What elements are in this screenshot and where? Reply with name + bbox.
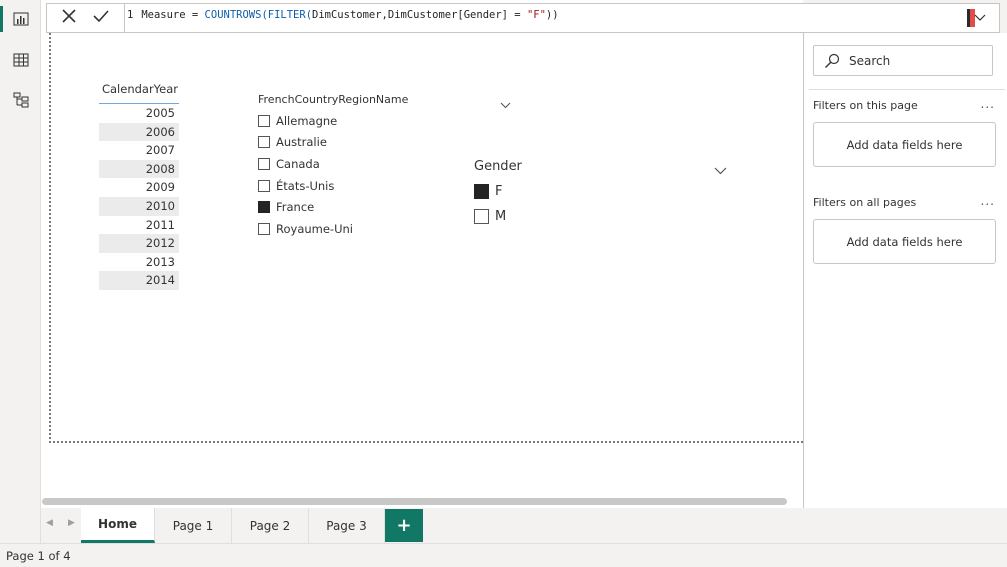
formula-args: DimCustomer,DimCustomer[Gender] = — [312, 9, 527, 21]
formula-line-number: 1 — [127, 9, 134, 21]
gender-label: M — [495, 209, 507, 224]
table-icon — [13, 53, 29, 67]
gender-slicer-title: Gender — [474, 159, 522, 174]
formula-text[interactable]: 1 Measure = COUNTROWS(FILTER(DimCustomer,… — [127, 9, 559, 21]
country-checkbox[interactable] — [258, 136, 270, 149]
filters-on-this-page-title: Filters on this page — [813, 99, 918, 112]
year-list-item[interactable]: 2012 — [99, 234, 179, 253]
country-label: Allemagne — [276, 113, 338, 128]
chevron-down-icon — [974, 14, 986, 21]
tab-page-3[interactable]: Page 3 — [309, 508, 385, 543]
country-slicer-dropdown[interactable] — [500, 94, 511, 113]
filters-divider — [809, 89, 1005, 90]
year-list-item[interactable]: 2005 — [99, 104, 179, 123]
country-label: France — [276, 200, 315, 215]
commit-formula-button[interactable] — [92, 8, 110, 28]
country-label: États-Unis — [276, 178, 335, 193]
country-label: Canada — [276, 156, 320, 171]
formula-actions — [47, 4, 125, 32]
country-checkbox[interactable] — [258, 201, 270, 214]
formula-bar[interactable]: 1 Measure = COUNTROWS(FILTER(DimCustomer,… — [46, 3, 1000, 33]
tab-page-2[interactable]: Page 2 — [232, 508, 309, 543]
cancel-formula-button[interactable] — [61, 8, 77, 28]
page-filters-more-button[interactable]: ... — [981, 97, 995, 111]
page-filters-drop-zone[interactable]: Add data fields here — [813, 122, 996, 167]
chevron-down-icon — [500, 102, 511, 109]
next-page-button[interactable]: ▶ — [68, 518, 75, 528]
model-view-button[interactable] — [8, 87, 34, 113]
country-checkbox[interactable] — [258, 157, 270, 170]
year-list: 2005 2006 2007 2008 2009 2010 2011 2012 2013 2014 — [99, 104, 179, 290]
gender-list-item[interactable]: F — [474, 179, 730, 204]
year-list-item[interactable]: 2006 — [99, 122, 179, 142]
page-count-status: Page 1 of 4 — [6, 549, 71, 563]
checkmark-icon — [93, 10, 109, 23]
country-list-item[interactable]: Australie — [258, 132, 518, 154]
year-slicer-header: CalendarYear — [99, 82, 179, 104]
all-pages-filters-more-button[interactable]: ... — [981, 194, 995, 208]
formula-prefix: Measure = — [141, 9, 205, 21]
canvas-horizontal-scrollbar[interactable] — [42, 498, 787, 505]
year-list-item[interactable]: 2014 — [99, 271, 179, 290]
previous-page-button[interactable]: ◀ — [46, 518, 53, 528]
page-tabs-bar: ◀ ▶ Home Page 1 Page 2 Page 3 + — [41, 508, 803, 543]
add-page-button[interactable]: + — [385, 509, 423, 542]
expand-formula-button[interactable] — [965, 7, 995, 29]
bar-chart-icon — [13, 12, 29, 26]
country-checkbox[interactable] — [258, 114, 270, 127]
chevron-down-icon — [714, 167, 727, 175]
close-icon — [62, 9, 76, 23]
filters-search-input[interactable]: Search — [813, 45, 993, 76]
gender-checkbox[interactable] — [474, 184, 489, 199]
country-checkbox[interactable] — [258, 222, 270, 235]
year-list-item[interactable]: 2008 — [99, 159, 179, 179]
gender-list-item[interactable]: M — [474, 204, 730, 229]
all-pages-filters-drop-zone[interactable]: Add data fields here — [813, 219, 996, 264]
active-view-indicator — [0, 6, 3, 32]
country-label: Royaume-Uni — [276, 221, 353, 236]
gender-label: F — [495, 184, 503, 199]
search-icon — [825, 53, 840, 68]
gender-checkbox[interactable] — [474, 209, 489, 224]
year-list-item[interactable]: 2010 — [99, 196, 179, 216]
view-rail — [0, 0, 41, 543]
country-checkbox[interactable] — [258, 179, 270, 192]
data-view-button[interactable] — [8, 47, 34, 73]
country-label: Australie — [276, 135, 327, 150]
filters-pane: Search Filters on this page ... Add data… — [803, 33, 1007, 508]
year-list-item[interactable]: 2007 — [99, 141, 179, 160]
gender-slicer[interactable]: Gender FM — [474, 157, 730, 229]
status-bar: Page 1 of 4 — [0, 543, 1007, 567]
filters-on-all-pages-title: Filters on all pages — [813, 196, 917, 209]
formula-suffix: )) — [545, 9, 559, 21]
year-list-item[interactable]: 2009 — [99, 178, 179, 197]
calendar-year-slicer[interactable]: CalendarYear 2005 2006 2007 2008 2009 2010 201… — [99, 82, 179, 290]
report-view-button[interactable] — [8, 6, 34, 32]
tab-page-1[interactable]: Page 1 — [155, 508, 232, 543]
country-list-item[interactable]: Allemagne — [258, 110, 518, 132]
formula-function: COUNTROWS(FILTER( — [204, 9, 313, 21]
gender-slicer-dropdown[interactable] — [714, 160, 727, 179]
tab-home[interactable]: Home — [81, 508, 155, 543]
formula-string-value: "F" — [526, 9, 546, 21]
year-list-item[interactable]: 2011 — [99, 216, 179, 235]
country-slicer-title: FrenchCountryRegionName — [258, 93, 409, 106]
search-placeholder: Search — [849, 53, 891, 68]
model-icon — [13, 92, 29, 108]
year-list-item[interactable]: 2013 — [99, 253, 179, 272]
gender-list: FM — [474, 179, 730, 229]
powerbi-window: 1 Measure = COUNTROWS(FILTER(DimCustomer,… — [0, 0, 1007, 567]
